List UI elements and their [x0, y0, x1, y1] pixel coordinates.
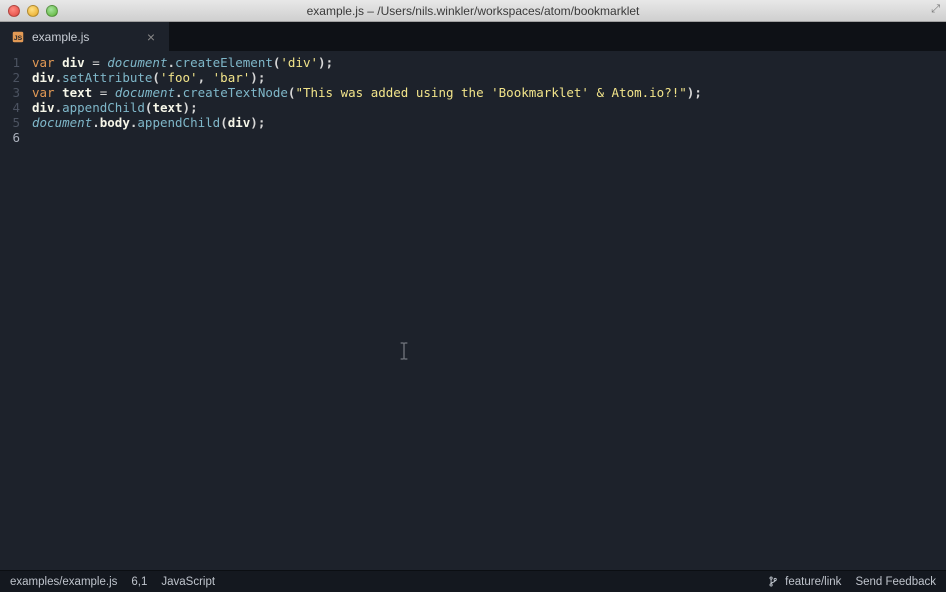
code-token	[55, 85, 63, 100]
code-token: text	[62, 85, 92, 100]
code-token: .	[175, 85, 183, 100]
code-token: =	[92, 55, 100, 70]
code-line[interactable]: var text = document.createTextNode("This…	[32, 85, 946, 100]
window-zoom-button[interactable]	[46, 5, 58, 17]
code-line[interactable]	[32, 130, 946, 145]
code-token: );	[183, 100, 198, 115]
code-token: createElement	[175, 55, 273, 70]
status-git-branch[interactable]: feature/link	[769, 576, 841, 588]
traffic-lights	[0, 5, 58, 17]
tab-label: example.js	[32, 30, 89, 44]
line-number-gutter: 123456	[0, 51, 26, 570]
status-cursor-position[interactable]: 6,1	[131, 576, 147, 588]
tab-example-js[interactable]: JS example.js ×	[0, 22, 170, 51]
line-number: 6	[0, 130, 20, 145]
code-token: );	[250, 115, 265, 130]
code-line[interactable]: var div = document.createElement('div');	[32, 55, 946, 70]
code-token: div	[32, 100, 55, 115]
code-token: );	[250, 70, 265, 85]
code-token	[92, 85, 100, 100]
tab-close-button[interactable]: ×	[143, 28, 159, 46]
code-token: createTextNode	[183, 85, 288, 100]
window-expand-icon[interactable]: ⤢	[931, 3, 940, 16]
code-token: 'div'	[280, 55, 318, 70]
code-token: ,	[198, 70, 213, 85]
code-token: div	[228, 115, 251, 130]
code-editor[interactable]: 123456 var div = document.createElement(…	[0, 51, 946, 570]
code-token: document	[107, 55, 167, 70]
code-token: var	[32, 85, 55, 100]
code-token	[107, 85, 115, 100]
line-number: 2	[0, 70, 20, 85]
code-token: appendChild	[62, 100, 145, 115]
code-token: document	[115, 85, 175, 100]
code-token: (	[152, 70, 160, 85]
code-token: div	[62, 55, 85, 70]
tab-bar: JS example.js ×	[0, 22, 946, 51]
code-token: 'bar'	[213, 70, 251, 85]
code-token: document	[32, 115, 92, 130]
code-token: 'foo'	[160, 70, 198, 85]
code-token	[55, 55, 63, 70]
svg-text:JS: JS	[14, 35, 23, 42]
code-token: text	[152, 100, 182, 115]
line-number: 5	[0, 115, 20, 130]
code-area[interactable]: var div = document.createElement('div');…	[26, 51, 946, 570]
code-token: .	[168, 55, 176, 70]
editor-window: example.js – /Users/nils.winkler/workspa…	[0, 0, 946, 592]
status-send-feedback[interactable]: Send Feedback	[855, 576, 936, 588]
code-line[interactable]: document.body.appendChild(div);	[32, 115, 946, 130]
code-token: .	[55, 70, 63, 85]
status-bar: examples/example.js 6,1 JavaScript featu…	[0, 570, 946, 592]
code-token: "This was added using the 'Bookmarklet' …	[295, 85, 686, 100]
code-token: );	[318, 55, 333, 70]
code-token: div	[32, 70, 55, 85]
code-token: appendChild	[137, 115, 220, 130]
status-git-branch-label: feature/link	[785, 576, 841, 588]
code-token: .	[55, 100, 63, 115]
code-token: body	[100, 115, 130, 130]
code-line[interactable]: div.appendChild(text);	[32, 100, 946, 115]
code-token: var	[32, 55, 55, 70]
code-token: setAttribute	[62, 70, 152, 85]
code-token: .	[92, 115, 100, 130]
js-file-icon: JS	[12, 31, 24, 43]
window-title: example.js – /Users/nils.winkler/workspa…	[0, 4, 946, 18]
line-number: 4	[0, 100, 20, 115]
code-token: );	[687, 85, 702, 100]
titlebar: example.js – /Users/nils.winkler/workspa…	[0, 0, 946, 22]
line-number: 1	[0, 55, 20, 70]
code-token: (	[220, 115, 228, 130]
code-line[interactable]: div.setAttribute('foo', 'bar');	[32, 70, 946, 85]
line-number: 3	[0, 85, 20, 100]
git-branch-icon	[769, 576, 780, 587]
status-file-path[interactable]: examples/example.js	[10, 576, 117, 588]
status-language[interactable]: JavaScript	[161, 576, 215, 588]
window-close-button[interactable]	[8, 5, 20, 17]
window-minimize-button[interactable]	[27, 5, 39, 17]
